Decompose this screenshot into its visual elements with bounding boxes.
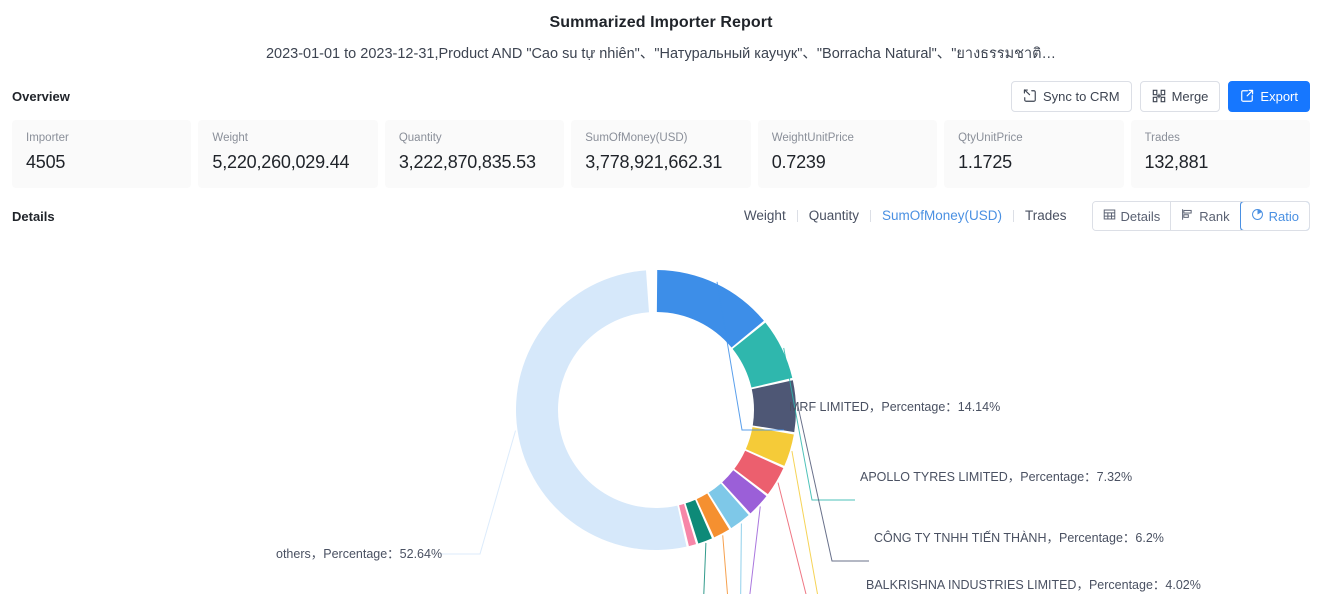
stat-card-value: 1.1725 <box>958 152 1012 172</box>
donut-slice[interactable] <box>516 270 687 550</box>
sync-icon <box>1023 89 1037 103</box>
slice-label-others: others，Percentage：52.64% <box>276 547 442 561</box>
table-icon <box>1103 208 1116 224</box>
stat-card-weight: Weight 5,220,260,029.44 <box>198 120 378 188</box>
donut-slice[interactable] <box>656 270 764 348</box>
stat-card-value: 132,881 <box>1144 152 1209 172</box>
label-leader-line <box>791 450 819 594</box>
donut-chart-svg: MRF LIMITED，Percentage：14.14% APOLLO TYR… <box>276 270 1201 594</box>
slice-label-cong-ty-tnhh-tien-thanh: CÔNG TY TNHH TIẾN THÀNH，Percentage：6.2% <box>874 530 1164 545</box>
stat-card-label: WeightUnitPrice <box>771 132 854 144</box>
tab-weight[interactable]: Weight <box>733 207 797 225</box>
stat-card-value: 0.7239 <box>771 152 826 172</box>
merge-button[interactable]: Merge <box>1139 80 1221 112</box>
view-button-ratio[interactable]: Ratio <box>1239 202 1309 230</box>
stat-card-quantity: Quantity 3,222,870,835.53 <box>384 120 565 188</box>
merge-label: Merge <box>1171 88 1209 104</box>
stat-card-label: Quantity <box>398 132 442 144</box>
label-leader-line <box>740 523 742 594</box>
tab-trades[interactable]: Trades <box>1014 207 1078 225</box>
sync-to-crm-label: Sync to CRM <box>1042 88 1120 104</box>
merge-icon <box>1152 89 1166 103</box>
details-bar: Details Weight Quantity SumOfMoney(USD) … <box>0 200 1322 232</box>
view-mode-group: Details Rank Ratio <box>1091 201 1310 231</box>
slice-label-mrf-limited: MRF LIMITED，Percentage：14.14% <box>789 400 1000 414</box>
report-page: Summarized Importer Report 2023-01-01 to… <box>0 0 1322 602</box>
details-controls: Weight Quantity SumOfMoney(USD) Trades D… <box>733 201 1310 231</box>
metric-tabs: Weight Quantity SumOfMoney(USD) Trades <box>733 207 1078 225</box>
view-button-label: Details <box>1120 208 1161 224</box>
stat-card-trades: Trades 132,881 <box>1130 120 1310 188</box>
view-button-label: Ratio <box>1268 208 1299 224</box>
view-button-details[interactable]: Details <box>1092 202 1172 230</box>
stat-card-row: Importer 4505 Weight 5,220,260,029.44 Qu… <box>0 120 1322 188</box>
stat-card-label: SumOfMoney(USD) <box>585 132 688 144</box>
stat-card-value: 3,778,921,662.31 <box>585 152 723 172</box>
stat-card-value: 5,220,260,029.44 <box>212 152 350 172</box>
slice-label-apollo-tyres-limited: APOLLO TYRES LIMITED，Percentage：7.32% <box>860 470 1132 484</box>
report-subtitle: 2023-01-01 to 2023-12-31,Product AND "Ca… <box>265 46 1057 62</box>
overview-bar: Overview Sync to CRM Merge Export <box>0 80 1322 112</box>
donut-slices <box>516 270 797 550</box>
ratio-chart: MRF LIMITED，Percentage：14.14% APOLLO TYR… <box>0 238 1322 594</box>
export-label: Export <box>1260 88 1298 104</box>
stat-card-qtyunitprice: QtyUnitPrice 1.1725 <box>944 120 1124 188</box>
export-button[interactable]: Export <box>1228 80 1310 112</box>
overview-label: Overview <box>12 88 70 104</box>
stat-card-label: Trades <box>1144 132 1180 144</box>
stat-card-value: 4505 <box>26 152 66 172</box>
view-button-label: Rank <box>1199 208 1230 224</box>
stat-card-importer: Importer 4505 <box>12 120 192 188</box>
stat-card-weightunitprice: WeightUnitPrice 0.7239 <box>757 120 938 188</box>
export-icon <box>1240 89 1254 103</box>
overview-actions: Sync to CRM Merge Export <box>1010 80 1310 112</box>
label-leader-line <box>440 430 516 555</box>
details-label: Details <box>12 208 55 224</box>
view-button-rank[interactable]: Rank <box>1171 202 1241 230</box>
tab-sumofmoney[interactable]: SumOfMoney(USD) <box>871 207 1013 225</box>
stat-card-label: Weight <box>212 132 249 144</box>
bar-chart-icon <box>1181 208 1194 224</box>
stat-card-label: QtyUnitPrice <box>958 132 1023 144</box>
tab-quantity[interactable]: Quantity <box>798 207 870 225</box>
sync-to-crm-button[interactable]: Sync to CRM <box>1010 80 1132 112</box>
pie-chart-icon <box>1251 208 1264 224</box>
stat-card-sumofmoney: SumOfMoney(USD) 3,778,921,662.31 <box>571 120 751 188</box>
stat-card-value: 3,222,870,835.53 <box>398 152 536 172</box>
page-title: Summarized Importer Report <box>549 14 773 31</box>
stat-card-label: Importer <box>26 132 69 144</box>
title-block: Summarized Importer Report 2023-01-01 to… <box>0 0 1322 64</box>
slice-label-balkrishna-industries-limited: BALKRISHNA INDUSTRIES LIMITED，Percentage… <box>866 578 1201 592</box>
